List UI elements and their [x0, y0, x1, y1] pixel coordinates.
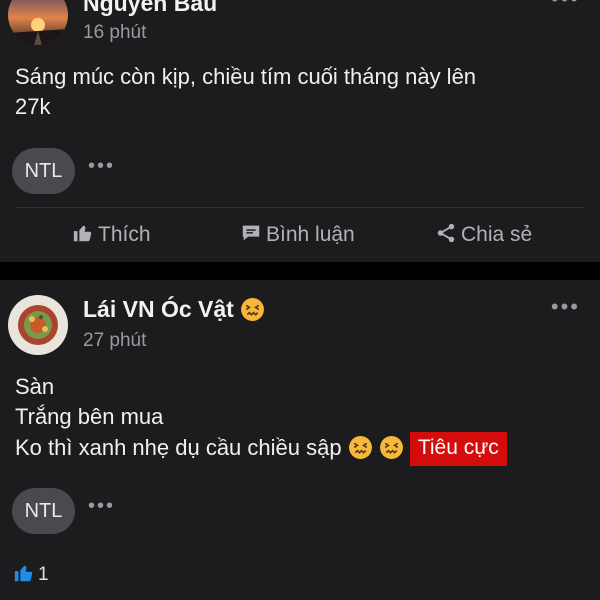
like-label: Thích: [98, 223, 151, 246]
post-time: 27 phút: [83, 330, 147, 351]
post-card: Lái VN Óc Vật 27 phút ••• Sàn Trắng bên …: [0, 280, 600, 600]
more-horizontal-icon[interactable]: •••: [551, 0, 580, 12]
more-horizontal-icon[interactable]: •••: [88, 495, 115, 518]
commenter-avatar[interactable]: NTL: [12, 488, 75, 534]
comment-label: Bình luận: [266, 223, 355, 246]
post-time: 16 phút: [83, 22, 147, 43]
action-bar: Thích Bình luận Chia sẻ: [0, 222, 600, 252]
author-name[interactable]: Lái VN Óc Vật: [83, 296, 265, 323]
like-count[interactable]: 1: [13, 562, 49, 586]
confounded-face-icon: [379, 436, 403, 459]
comment-icon: [242, 225, 260, 241]
comment-button[interactable]: Bình luận: [240, 222, 355, 247]
author-avatar[interactable]: [8, 295, 68, 355]
divider: [15, 207, 585, 208]
author-avatar[interactable]: [8, 0, 68, 45]
share-label: Chia sẻ: [461, 223, 533, 246]
more-horizontal-icon[interactable]: •••: [88, 155, 115, 178]
post-body-line: 27k: [15, 94, 51, 119]
post-body-line: Sáng múc còn kịp, chiều tím cuối tháng n…: [15, 64, 477, 89]
like-count-value: 1: [38, 564, 49, 585]
author-name[interactable]: Nguyen Bau: [83, 0, 217, 17]
post-body: Sàn Trắng bên mua Ko thì xanh nhẹ dụ cầu…: [15, 372, 585, 466]
post-card: Nguyen Bau 16 phút ••• Sáng múc còn kịp,…: [0, 0, 600, 262]
post-body-line: Sàn: [15, 374, 55, 399]
share-icon: [437, 223, 455, 243]
share-button[interactable]: Chia sẻ: [435, 222, 532, 247]
more-horizontal-icon[interactable]: •••: [551, 294, 580, 320]
thumbs-up-icon: [73, 225, 92, 242]
post-body-line: Ko thì xanh nhẹ dụ cầu chiều sập Tiêu cự…: [15, 432, 585, 466]
thumbs-up-icon: [14, 565, 33, 582]
confounded-face-icon: [241, 298, 265, 321]
sentiment-badge: Tiêu cực: [409, 432, 507, 466]
confounded-face-icon: [348, 436, 372, 459]
commenter-avatar[interactable]: NTL: [12, 148, 75, 194]
post-body: Sáng múc còn kịp, chiều tím cuối tháng n…: [15, 62, 575, 122]
like-button[interactable]: Thích: [72, 222, 151, 247]
post-body-text: Ko thì xanh nhẹ dụ cầu chiều sập: [15, 435, 342, 460]
post-body-line: Trắng bên mua: [15, 404, 164, 429]
author-name-text: Lái VN Óc Vật: [83, 296, 234, 322]
